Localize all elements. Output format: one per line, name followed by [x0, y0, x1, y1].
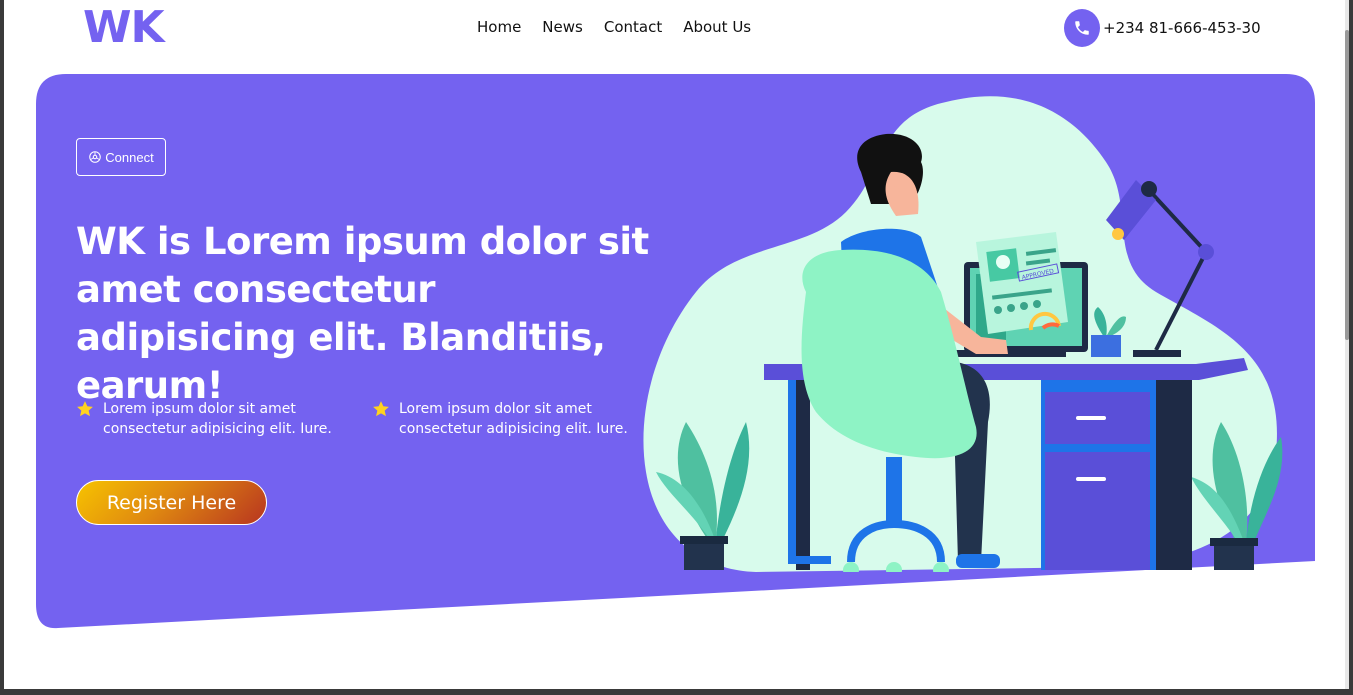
star-icon	[373, 401, 389, 417]
office-worker-illustration: APPROVED	[643, 96, 1283, 572]
nav-home[interactable]: Home	[477, 18, 521, 36]
connect-label: Connect	[105, 149, 154, 165]
phone-icon	[1064, 9, 1100, 47]
hero-section: Connect WK is Lorem ipsum dolor sit amet…	[36, 74, 1315, 630]
feature-text: Lorem ipsum dolor sit amet consectetur a…	[103, 401, 332, 437]
connect-button[interactable]: Connect	[76, 138, 166, 176]
feature-text: Lorem ipsum dolor sit amet consectetur a…	[399, 401, 628, 437]
feature-list: Lorem ipsum dolor sit amet consectetur a…	[76, 399, 644, 439]
page: WK Home News Contact About Us +234 81-66…	[4, 0, 1349, 689]
phone-contact[interactable]: +234 81-666-453-30	[1064, 9, 1261, 47]
feature-item: Lorem ipsum dolor sit amet consectetur a…	[372, 399, 644, 439]
approved-document: APPROVED	[976, 232, 1068, 334]
nav-news[interactable]: News	[542, 18, 583, 36]
nav-about-us[interactable]: About Us	[683, 18, 751, 36]
feature-item: Lorem ipsum dolor sit amet consectetur a…	[76, 399, 348, 439]
logo[interactable]: WK	[83, 2, 165, 53]
page-scrollbar[interactable]	[1345, 0, 1349, 689]
network-icon	[89, 151, 102, 163]
register-button[interactable]: Register Here	[76, 480, 267, 525]
nav-contact[interactable]: Contact	[604, 18, 662, 36]
phone-number: +234 81-666-453-30	[1103, 19, 1261, 37]
star-icon	[77, 401, 93, 417]
hero-headline: WK is Lorem ipsum dolor sit amet consect…	[76, 220, 649, 407]
main-nav: Home News Contact About Us	[477, 18, 751, 36]
scrollbar-thumb[interactable]	[1345, 30, 1349, 340]
